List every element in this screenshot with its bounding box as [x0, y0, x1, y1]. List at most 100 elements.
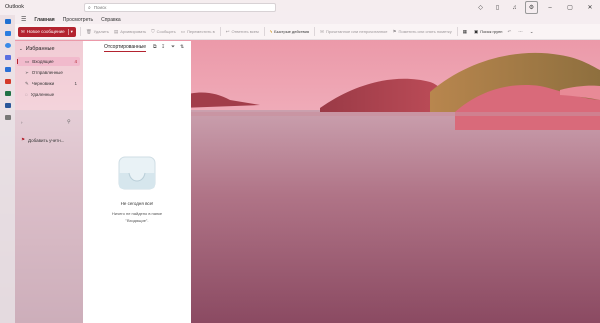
unread-count: 4 [74, 59, 77, 64]
add-account-button[interactable]: ⚑ Добавить учетн... [21, 137, 64, 143]
people-icon[interactable] [0, 39, 15, 51]
folder-label: Отправленные [31, 70, 63, 75]
empty-subtitle-line: "Входящие". [125, 217, 149, 223]
favorites-header[interactable]: ⌄ Избранные [19, 46, 55, 52]
bell-icon[interactable]: ♫ [506, 1, 523, 14]
quick-steps-label: Быстрые действия [274, 29, 310, 34]
select-icon[interactable]: ⧉ [153, 44, 157, 50]
delete-label: Удалить [93, 29, 109, 34]
apps-icon[interactable] [0, 111, 15, 123]
chevron-down-icon: ⌄ [19, 46, 23, 51]
diamond-icon[interactable]: ◇ [472, 1, 489, 14]
filter-icon[interactable]: ⏷ [171, 44, 175, 50]
move-button[interactable]: ▭ Переместить в [181, 29, 215, 35]
mark-read-label: Прочитанное или непрочитанное [325, 29, 388, 34]
excel-icon[interactable] [0, 87, 15, 99]
empty-inbox-illustration [118, 156, 156, 190]
trash-icon: 🗑 [85, 28, 92, 34]
search-icon: ⌕ [88, 4, 91, 11]
folder-item-inbox[interactable]: ▭ Входящие 4 [17, 57, 80, 66]
more-icon: ⋯ [518, 28, 523, 34]
reply-all-label: Ответить всем [231, 29, 259, 34]
reply-all-button[interactable]: ↩ Ответить всем [226, 29, 259, 35]
divider [456, 27, 458, 36]
tab-view[interactable]: Просмотреть [63, 17, 93, 23]
divider [314, 27, 316, 36]
grid-button[interactable]: ▦ [463, 29, 469, 35]
people-search-icon: ▣ [474, 28, 479, 34]
delete-button[interactable]: 🗑 Удалить [86, 29, 109, 35]
tab-home[interactable]: Главная [34, 17, 56, 25]
message-list: Отсортированные ⧉ ↧ ⏷ ⇅ Не сегодня все! … [83, 41, 191, 323]
move-label: Переместить в [186, 29, 215, 34]
quick-steps-button[interactable]: ϟ Быстрые действия [270, 29, 309, 34]
app-rail [0, 15, 15, 323]
chevron-right-icon[interactable]: › [21, 120, 23, 125]
report-button[interactable]: ⛉ Сообщить [151, 29, 175, 34]
onedrive-icon[interactable] [0, 75, 15, 87]
divider [219, 27, 221, 36]
add-account-icon: ⚑ [21, 137, 26, 142]
settings-icon[interactable]: ⚙ [525, 1, 538, 14]
report-label: Сообщить [156, 29, 176, 34]
folder-item-deleted[interactable]: ◌ Удаленные [17, 90, 80, 99]
envelope-open-icon: ✉ [320, 28, 324, 34]
expand-ribbon-button[interactable]: ⌄ [530, 29, 536, 35]
search-input[interactable]: Поиск [94, 5, 106, 10]
reply-all-icon: ↩ [225, 28, 230, 34]
minimize-button[interactable]: – [540, 0, 560, 15]
folder-item-sent[interactable]: ➢ Отправленные [17, 68, 80, 77]
lightning-icon: ϟ [269, 29, 273, 34]
group-search-label: Поиск групп [480, 29, 503, 34]
divider [263, 27, 265, 36]
account-icon: ⚲ [67, 119, 71, 125]
calendar-icon[interactable] [0, 27, 15, 39]
folder-label: Удаленные [30, 92, 55, 97]
folder-move-icon: ▭ [180, 28, 185, 34]
archive-icon: ▤ [113, 28, 119, 34]
ribbon-tabs: ☰ Главная Просмотреть Справка [15, 15, 600, 25]
folder-item-drafts[interactable]: ✎ Черновики 1 [17, 79, 80, 88]
favorites-label: Избранные [25, 46, 55, 52]
empty-subtitle: Ничего не найдено в папке "Входящие". [83, 211, 191, 224]
copilot-icon[interactable] [0, 51, 15, 63]
archive-label: Архивировать [120, 29, 147, 34]
add-account-label: Добавить учетн... [28, 137, 65, 143]
ribbon-toolbar: ✉ Новое сообщение ▾ 🗑 Удалить ▤ Архивирова… [15, 24, 600, 40]
chevron-down-icon: ⌄ [529, 28, 534, 34]
tab-focused[interactable]: Отсортированные [104, 44, 147, 52]
archive-button[interactable]: ▤ Архивировать [114, 29, 146, 35]
trash-icon: ◌ [25, 92, 28, 97]
notes-icon[interactable]: ▯ [489, 1, 506, 14]
menu-icon[interactable]: ☰ [21, 16, 26, 23]
app-title: Outlook [5, 4, 24, 10]
mail-icon[interactable] [0, 15, 15, 27]
flag-button[interactable]: ⚑ Пометить или снять пометку [392, 29, 451, 35]
outlook-window: Outlook ⌕ Поиск ◇ ▯ ♫ ⚙ – ▢ ✕ ☰ Главная … [0, 0, 600, 323]
todo-icon[interactable] [0, 63, 15, 75]
flag-label: Пометить или снять пометку [398, 29, 452, 34]
divider [79, 27, 81, 36]
sort-icon[interactable]: ⇅ [180, 44, 184, 50]
undo-icon: ↶ [507, 28, 512, 34]
chevron-down-icon[interactable]: ▾ [67, 28, 73, 35]
sent-icon: ➢ [25, 69, 29, 75]
search-box[interactable]: ⌕ Поиск [84, 3, 276, 12]
grid-icon: ▦ [462, 28, 467, 34]
jump-icon[interactable]: ↧ [161, 44, 165, 50]
maximize-button[interactable]: ▢ [560, 0, 580, 15]
new-mail-button[interactable]: ✉ Новое сообщение ▾ [18, 26, 76, 37]
word-icon[interactable] [0, 99, 15, 111]
mark-read-button[interactable]: ✉ Прочитанное или непрочитанное [320, 29, 387, 35]
undo-button[interactable]: ↶ [507, 29, 513, 35]
compose-icon: ✉ [21, 28, 25, 34]
new-mail-label: Новое сообщение [26, 29, 65, 34]
close-button[interactable]: ✕ [580, 0, 600, 15]
message-list-header: Отсортированные ⧉ ↧ ⏷ ⇅ [83, 41, 191, 53]
drafts-count: 1 [74, 81, 77, 86]
group-search-button[interactable]: ▣ Поиск групп [474, 29, 502, 35]
tab-help[interactable]: Справка [101, 17, 121, 23]
folder-label: Черновики [31, 81, 55, 86]
title-bar: Outlook ⌕ Поиск ◇ ▯ ♫ ⚙ – ▢ ✕ [0, 0, 600, 15]
more-button[interactable]: ⋯ [518, 29, 525, 35]
